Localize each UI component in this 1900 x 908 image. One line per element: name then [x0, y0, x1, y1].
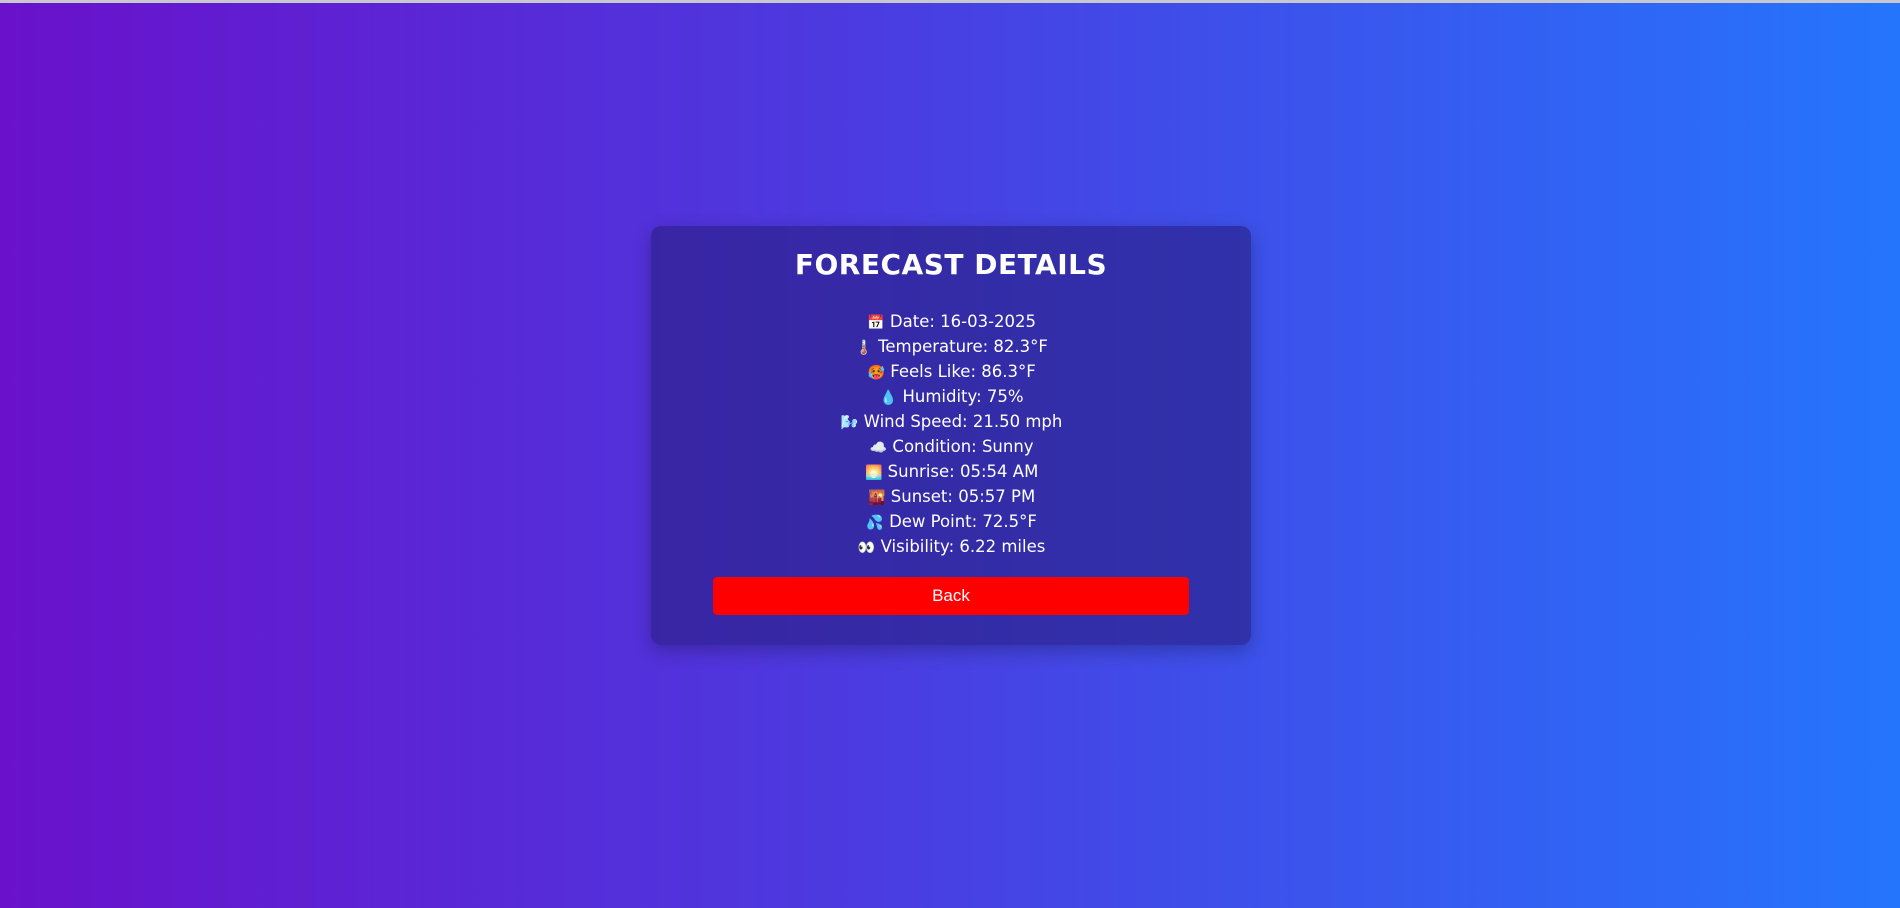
detail-text: Feels Like: 86.3°F	[890, 362, 1036, 381]
detail-sunrise: 🌅 Sunrise: 05:54 AM	[651, 459, 1251, 484]
sunset-icon: 🌇	[868, 490, 886, 506]
cloud-icon: ☁️	[869, 440, 888, 456]
detail-visibility: 👀 Visibility: 6.22 miles	[651, 534, 1251, 559]
page-title: FORECAST DETAILS	[794, 248, 1108, 281]
detail-wind-speed: 🌬️ Wind Speed: 21.50 mph	[651, 409, 1251, 434]
detail-text: Sunset: 05:57 PM	[890, 487, 1036, 506]
detail-text: Wind Speed: 21.50 mph	[863, 412, 1063, 431]
wind-icon: 🌬️	[840, 415, 859, 431]
forecast-details-list: 📅 Date: 16-03-2025 🌡️ Temperature: 82.3°F …	[651, 309, 1251, 559]
detail-humidity: 💧 Humidity: 75%	[651, 384, 1251, 409]
detail-text: Humidity: 75%	[902, 387, 1024, 406]
sweat-droplets-icon: 💦	[866, 515, 884, 531]
forecast-details-card: FORECAST DETAILS 📅 Date: 16-03-2025 🌡️ Tem…	[651, 226, 1251, 645]
detail-dew-point: 💦 Dew Point: 72.5°F	[651, 509, 1251, 534]
detail-temperature: 🌡️ Temperature: 82.3°F	[651, 334, 1251, 359]
detail-text: Sunrise: 05:54 AM	[887, 462, 1039, 481]
detail-feels-like: 🥵 Feels Like: 86.3°F	[651, 359, 1251, 384]
detail-text: Date: 16-03-2025	[889, 312, 1037, 331]
browser-top-border	[0, 0, 1900, 3]
detail-text: Visibility: 6.22 miles	[880, 537, 1046, 556]
back-button[interactable]: Back	[713, 577, 1189, 615]
detail-date: 📅 Date: 16-03-2025	[651, 309, 1251, 334]
detail-condition: ☁️ Condition: Sunny	[651, 434, 1251, 459]
hot-face-icon: 🥵	[867, 365, 885, 381]
droplet-icon: 💧	[879, 390, 898, 406]
detail-text: Temperature: 82.3°F	[878, 337, 1048, 356]
detail-text: Condition: Sunny	[892, 437, 1034, 456]
detail-sunset: 🌇 Sunset: 05:57 PM	[651, 484, 1251, 509]
eyes-icon: 👀	[857, 540, 876, 556]
detail-text: Dew Point: 72.5°F	[889, 512, 1037, 531]
thermometer-icon: 🌡️	[855, 340, 873, 356]
sunrise-icon: 🌅	[864, 465, 883, 481]
calendar-icon: 📅	[867, 315, 885, 331]
